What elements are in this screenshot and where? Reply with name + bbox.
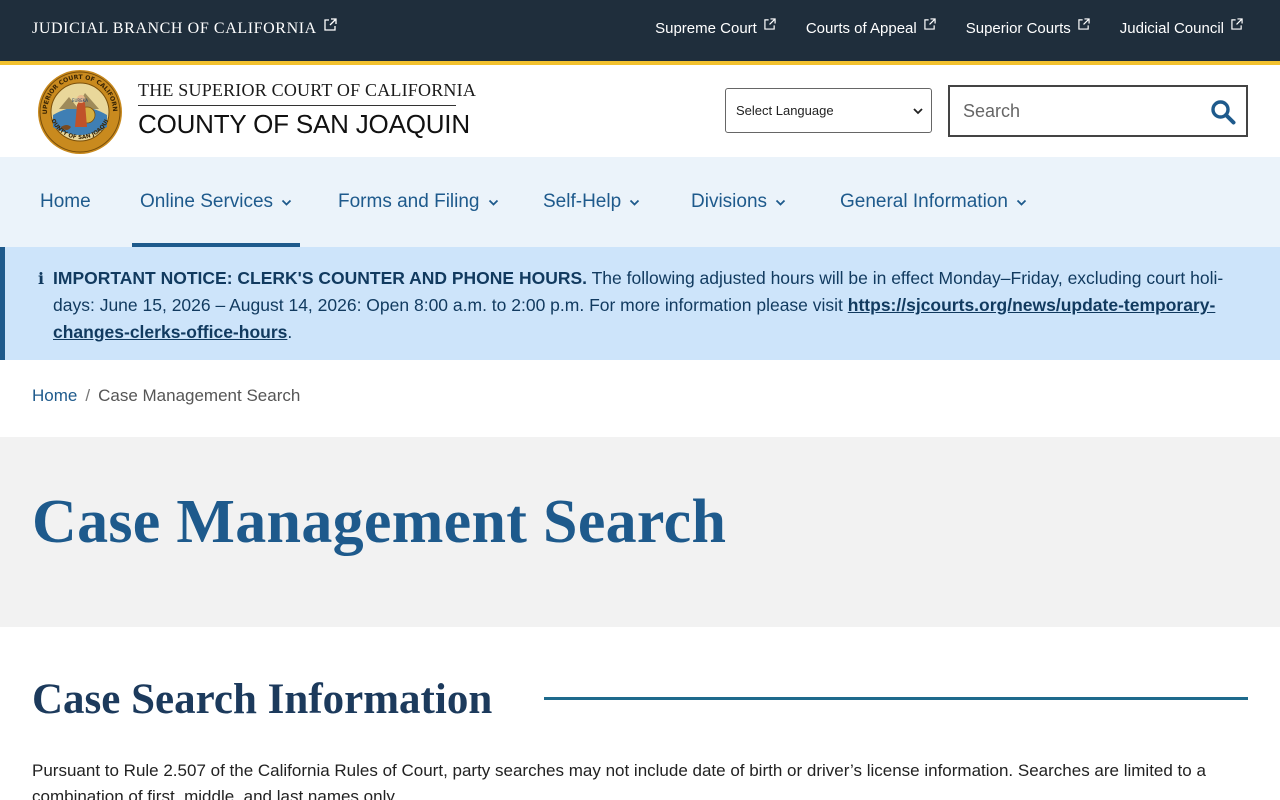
external-link-icon (924, 18, 936, 30)
nav-item-divisions[interactable]: Divisions (691, 157, 786, 247)
breadcrumb: Home / Case Management Search (32, 386, 300, 406)
nav-item-label: Forms and Filing (338, 191, 480, 212)
section-heading: Case Search Information (32, 676, 493, 723)
chevron-down-icon (775, 199, 786, 206)
page-title-band: Case Management Search (0, 437, 1280, 627)
search-icon[interactable] (1210, 99, 1236, 125)
judicial-branch-link[interactable]: JUDICIAL BRANCH OF CALIFORNIA (32, 18, 337, 38)
search-placeholder: Search (963, 101, 1021, 121)
svg-text:EUREKA: EUREKA (72, 98, 88, 103)
external-link-icon (764, 18, 776, 30)
nav-item-label: Online Services (140, 191, 274, 212)
nav-item-general-information[interactable]: General Information (840, 157, 1027, 247)
info-icon: i (38, 269, 45, 288)
superior-courts-link[interactable]: Superior Courts (965, 18, 1090, 37)
nav-item-self-help[interactable]: Self-Help (543, 157, 640, 247)
page-title: Case Management Search (32, 488, 727, 556)
external-link-icon (1078, 18, 1090, 30)
breadcrumb-home-link[interactable]: Home (32, 386, 77, 405)
court-name-line1: THE SUPERIOR COURT OF CALIFORNIA (138, 80, 477, 100)
supreme-court-link[interactable]: Supreme Court (655, 18, 776, 37)
court-seal-logo[interactable]: EUREKA SUPERIOR COURT OF CALIFORNIA COUN… (37, 69, 123, 155)
top-links: Supreme Court Courts of Appeal Superior … (655, 18, 1243, 37)
external-link-icon (324, 18, 337, 31)
courts-of-appeal-link[interactable]: Courts of Appeal (805, 18, 936, 37)
chevron-down-icon (281, 199, 292, 206)
nav-item-label: General Information (840, 191, 1008, 212)
main-nav: Home Online Services Forms and Filing Se… (0, 157, 1280, 247)
notice-bold-text: IMPORTANT NOTICE: CLERK'S COUNTER AND PH… (53, 268, 588, 288)
supreme-court-label: Supreme Court (655, 20, 757, 37)
courts-of-appeal-label: Courts of Appeal (805, 20, 917, 37)
judicial-council-link[interactable]: Judicial Council (1119, 18, 1243, 37)
chevron-down-icon (1016, 199, 1027, 206)
chevron-down-icon (630, 199, 640, 206)
nav-item-home[interactable]: Home (40, 157, 91, 247)
case-search-paragraph: Pursuant to Rule 2.507 of the California… (32, 761, 1206, 800)
notice-end-text: . (287, 322, 293, 342)
breadcrumb-separator: / (85, 386, 91, 405)
judicial-council-label: Judicial Council (1119, 20, 1224, 37)
important-notice-banner: i IMPORTANT NOTICE: CLERK'S COUNTER AND … (0, 247, 1280, 360)
top-bar: JUDICIAL BRANCH OF CALIFORNIA Supreme Co… (0, 0, 1280, 61)
site-header: EUREKA SUPERIOR COURT OF CALIFORNIA COUN… (0, 65, 1280, 157)
nav-item-forms-and-filing[interactable]: Forms and Filing (338, 157, 499, 247)
chevron-down-icon (488, 199, 498, 206)
nav-item-online-services[interactable]: Online Services (131, 157, 301, 247)
court-name-line2: COUNTY OF SAN JOAQUIN (138, 109, 470, 139)
nav-item-label: Home (40, 191, 91, 212)
search-input[interactable]: Search (948, 85, 1248, 137)
court-name-divider (138, 105, 456, 106)
nav-item-label: Self-Help (543, 191, 622, 212)
language-select-value: Select Language (736, 103, 834, 118)
nav-item-label: Divisions (691, 191, 768, 212)
language-select[interactable]: Select Language (725, 88, 932, 133)
superior-courts-label: Superior Courts (965, 20, 1071, 37)
external-link-icon (1231, 18, 1243, 30)
chevron-down-icon (913, 107, 923, 114)
section-divider (544, 697, 1248, 700)
notice-text: IMPORTANT NOTICE: CLERK'S COUNTER AND PH… (53, 265, 1233, 346)
judicial-branch-label: JUDICIAL BRANCH OF CALIFORNIA (32, 20, 317, 37)
breadcrumb-current: Case Management Search (98, 386, 301, 405)
